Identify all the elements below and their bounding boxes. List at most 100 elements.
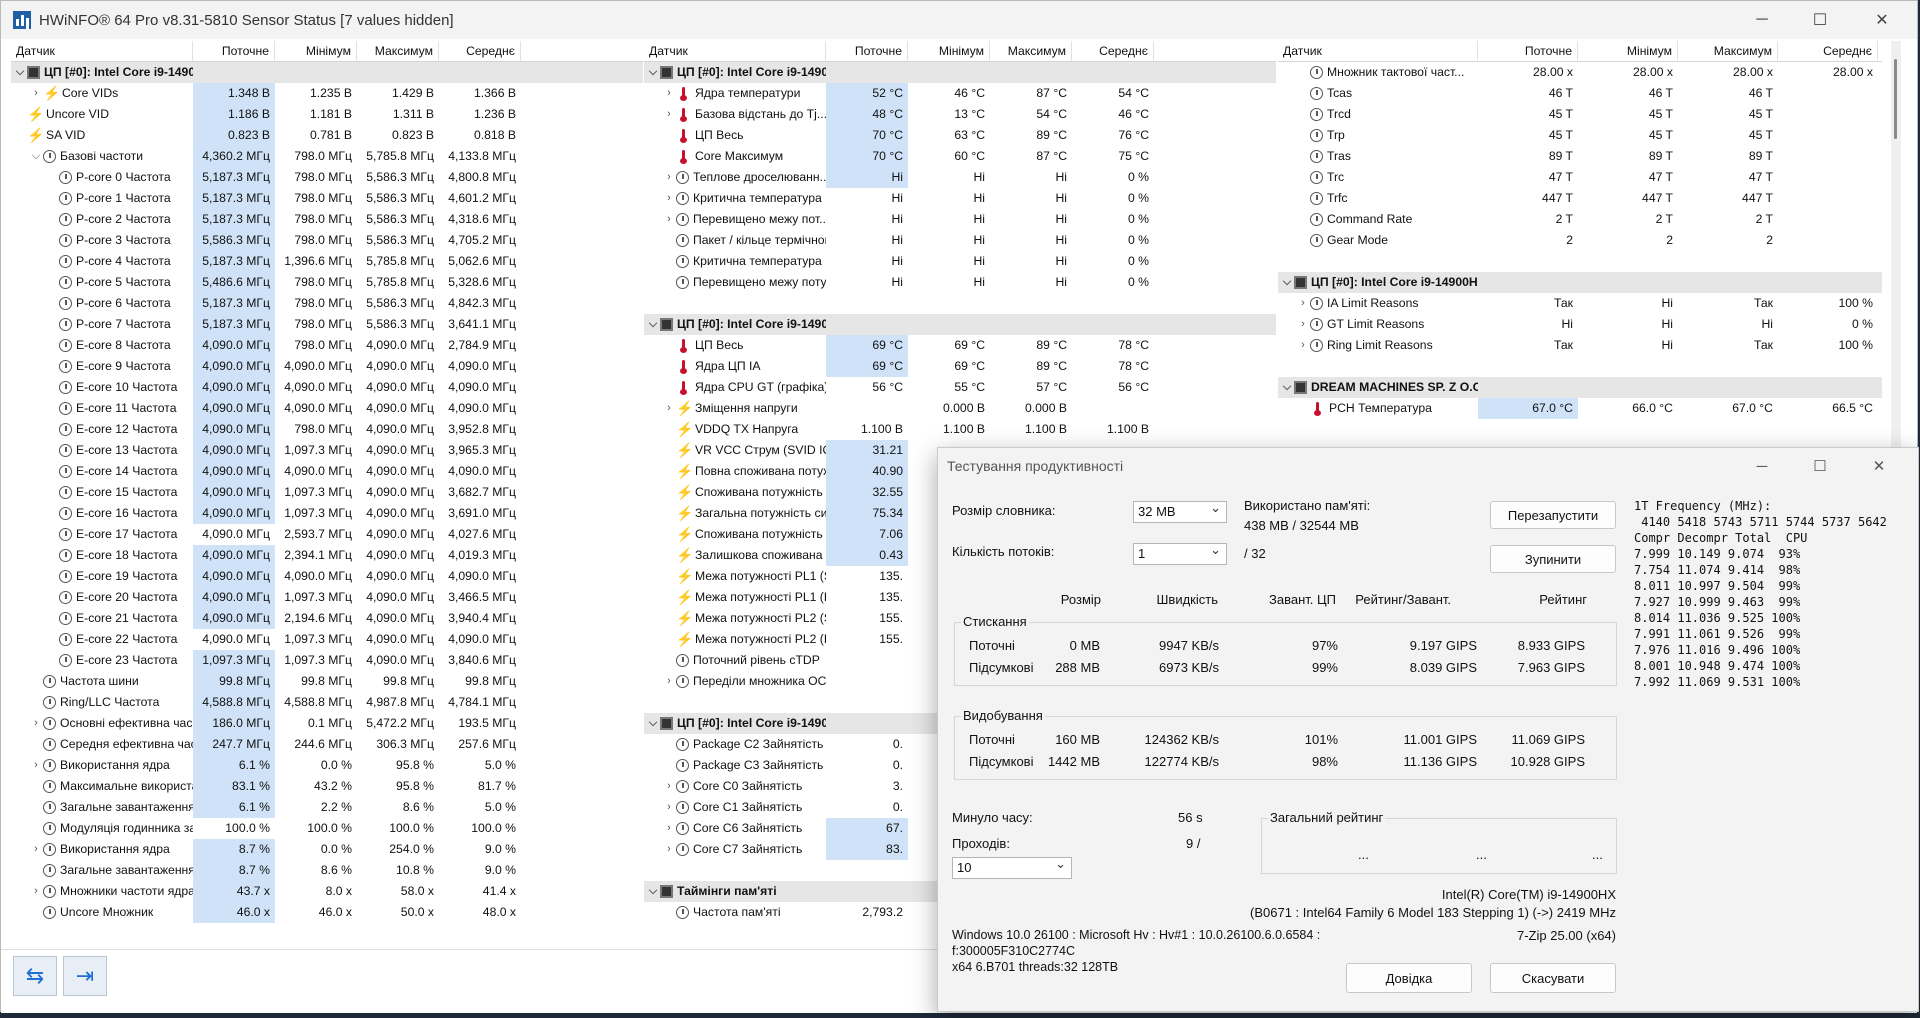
sensor-row[interactable]: Uncore Множник 46.0 x 46.0 x 50.0 x 48.0 x [11,902,643,923]
expand-chevron-icon[interactable]: › [29,881,43,902]
collapse-chevron-icon[interactable]: ⌵ [646,314,660,335]
sensor-row[interactable]: › Критична температура ... Ні Ні Ні 0 % [644,188,1276,209]
sensor-row[interactable]: Trp 45 T 45 T 45 T [1278,125,1882,146]
sensor-row[interactable]: ЦП Весь 69 °C 69 °C 89 °C 78 °C [644,335,1276,356]
sensor-row[interactable]: PCH Температура 67.0 °C 66.0 °C 67.0 °C 66.5… [1278,398,1882,419]
sensor-row[interactable]: Gear Mode 2 2 2 [1278,230,1882,251]
sensor-row[interactable]: Загальне завантаження ЦП6.1 % 2.2 % 8.6 % 5… [11,797,643,818]
dialog-maximize-button[interactable]: ☐ [1791,448,1849,484]
sensor-row[interactable]: E-core 23 Частота 1,097.3 МГц 1,097.3 МГц 4… [11,650,643,671]
collapse-chevron-icon[interactable]: ⌵ [29,146,43,167]
sensor-row[interactable]: Загальне завантаження ЦП8.7 % 8.6 % 10.8 %… [11,860,643,881]
sensor-row[interactable]: › Core VIDs 1.348 В 1.235 В 1.429 В 1.366 В [11,83,643,104]
sensor-row[interactable]: › Перевищено межу пот... Ні Ні Ні 0 % [644,209,1276,230]
sensor-row[interactable]: Максимальне використанн...83.1 % 43.2 % 95… [11,776,643,797]
sensor-row[interactable]: › Використання ядра 8.7 % 0.0 % 254.0 % 9.0 % [11,839,643,860]
sensor-row[interactable]: E-core 21 Частота 4,090.0 МГц 2,194.6 МГц 4… [11,608,643,629]
sensor-row[interactable]: E-core 19 Частота 4,090.0 МГц 4,090.0 МГц 4… [11,566,643,587]
expand-chevron-icon[interactable]: › [662,839,676,860]
expand-chevron-icon[interactable]: › [29,755,43,776]
sensor-row[interactable]: › Зміщення напруги 0.000 В 0.000 В [644,398,1276,419]
sensor-row[interactable]: P-core 2 Частота 5,187.3 МГц 798.0 МГц 5,58… [11,209,643,230]
expand-chevron-icon[interactable]: › [662,398,676,419]
col-max-header[interactable]: Максимум [357,41,439,62]
expand-chevron-icon[interactable]: › [662,104,676,125]
maximize-button[interactable]: ☐ [1791,1,1849,39]
sensor-row[interactable]: › Основні ефективна час... 186.0 МГц 0.1 МГ… [11,713,643,734]
expand-chevron-icon[interactable]: › [1296,314,1310,335]
sensor-row[interactable]: E-core 11 Частота 4,090.0 МГц 4,090.0 МГц 4… [11,398,643,419]
sensor-group-header[interactable]: ⌵ DREAM MACHINES SP. Z O.O. V3xxSNP_SNN_S… [1278,377,1882,398]
sensor-row[interactable]: Trc 47 T 47 T 47 T [1278,167,1882,188]
sensor-row[interactable]: P-core 5 Частота 5,486.6 МГц 798.0 МГц 5,78… [11,272,643,293]
sensor-row[interactable]: E-core 9 Частота 4,090.0 МГц 4,090.0 МГц 4,… [11,356,643,377]
sensor-row[interactable]: P-core 4 Частота 5,187.3 МГц 1,396.6 МГц 5,… [11,251,643,272]
sensor-row[interactable]: P-core 0 Частота 5,187.3 МГц 798.0 МГц 5,58… [11,167,643,188]
col-avg-header[interactable]: Середнє [1778,41,1878,62]
sensor-group-header[interactable]: ⌵ ЦП [#0]: Intel Core i9-14900HX: DTS [644,62,1276,83]
expand-chevron-icon[interactable]: › [662,818,676,839]
sensor-row[interactable]: › Ядра температури 52 °C 46 °C 87 °C 54 °C [644,83,1276,104]
sensor-row[interactable]: › Теплове дроселюванн... Ні Ні Ні 0 % [644,167,1276,188]
sensor-row[interactable]: Tras 89 T 89 T 89 T [1278,146,1882,167]
sensor-row[interactable]: Частота шини 99.8 МГц 99.8 МГц 99.8 МГц 99.8… [11,671,643,692]
collapse-chevron-icon[interactable]: ⌵ [646,713,660,734]
sensor-row[interactable]: Ring/LLC Частота 4,588.8 МГц 4,588.8 МГц 4,… [11,692,643,713]
col-current-header[interactable]: Поточне [193,41,275,62]
cancel-button[interactable]: Скасувати [1490,963,1616,993]
sensor-row[interactable]: Ядра CPU GT (графіка) 56 °C 55 °C 57 °C 56 °… [644,377,1276,398]
expand-chevron-icon[interactable]: › [1296,335,1310,356]
expand-chevron-icon[interactable]: › [29,839,43,860]
sensor-row[interactable]: Tcas 46 T 46 T 46 T [1278,83,1882,104]
sensor-row[interactable]: Множник тактової част... 28.00 x 28.00 x 28… [1278,62,1882,83]
sensor-row[interactable]: E-core 12 Частота 4,090.0 МГц 798.0 МГц 4,0… [11,419,643,440]
expand-chevron-icon[interactable]: › [662,671,676,692]
sensor-row[interactable]: › Множники частоти ядра 43.7 x 8.0 x 58.0 x 4… [11,881,643,902]
expand-chevron-icon[interactable]: › [662,83,676,104]
minimize-button[interactable]: ─ [1733,1,1791,39]
dict-size-select[interactable]: 32 MB [1133,498,1227,523]
sensor-row[interactable]: E-core 15 Частота 4,090.0 МГц 1,097.3 МГц 4… [11,482,643,503]
col-current-header[interactable]: Поточне [1478,41,1578,62]
dialog-close-button[interactable]: ✕ [1850,448,1908,484]
expand-layout-button[interactable]: ⇥ [63,956,107,996]
restart-button[interactable]: Перезапустити [1490,501,1616,529]
sensor-row[interactable]: ⌵ Базові частоти 4,360.2 МГц 798.0 МГц 5,785… [11,146,643,167]
expand-chevron-icon[interactable]: › [1296,293,1310,314]
sensor-row[interactable]: E-core 18 Частота 4,090.0 МГц 2,394.1 МГц 4… [11,545,643,566]
sensor-row[interactable]: Ядра ЦП IA 69 °C 69 °C 89 °C 78 °C [644,356,1276,377]
passes-select[interactable]: 10 [952,854,1072,879]
sensor-row[interactable]: Пакет / кільце термічного ... Ні Ні Ні 0 % [644,230,1276,251]
col-min-header[interactable]: Мінімум [908,41,990,62]
collapse-chevron-icon[interactable]: ⌵ [1280,272,1294,293]
sensor-row[interactable]: › Ring Limit Reasons Так Ні Так 100 % [1278,335,1882,356]
close-button[interactable]: ✕ [1853,1,1911,39]
sensor-group-header[interactable]: ⌵ ЦП [#0]: Intel Core i9-14900HX: Enhance… [644,314,1276,335]
sensor-row[interactable]: › Базова відстань до Tj... 48 °C 13 °C 54 °C… [644,104,1276,125]
sensor-row[interactable]: E-core 22 Частота 4,090.0 МГц 1,097.3 МГц 4… [11,629,643,650]
collapse-chevron-icon[interactable]: ⌵ [646,881,660,902]
help-button[interactable]: Довідка [1346,963,1472,993]
sensor-row[interactable]: P-core 6 Частота 5,187.3 МГц 798.0 МГц 5,58… [11,293,643,314]
collapse-chevron-icon[interactable]: ⌵ [646,62,660,83]
collapse-chevron-icon[interactable]: ⌵ [1280,377,1294,398]
sensor-row[interactable]: SA VID 0.823 В 0.781 В 0.823 В 0.818 В [11,125,643,146]
sensor-row[interactable]: P-core 1 Частота 5,187.3 МГц 798.0 МГц 5,58… [11,188,643,209]
sensor-row[interactable]: VDDQ TX Напруга 1.100 В 1.100 В 1.100 В 1.10… [644,419,1276,440]
sensor-row[interactable]: E-core 16 Частота 4,090.0 МГц 1,097.3 МГц 4… [11,503,643,524]
dialog-minimize-button[interactable]: ─ [1733,448,1791,484]
col-min-header[interactable]: Мінімум [1578,41,1678,62]
expand-chevron-icon[interactable]: › [662,776,676,797]
expand-chevron-icon[interactable]: › [29,713,43,734]
scrollbar-thumb[interactable] [1894,59,1897,139]
sensor-row[interactable]: Середня ефективна частота247.7 МГц 244.6 … [11,734,643,755]
sensor-row[interactable]: › Використання ядра 6.1 % 0.0 % 95.8 % 5.0 % [11,755,643,776]
sensor-row[interactable]: Core Максимум 70 °C 60 °C 87 °C 75 °C [644,146,1276,167]
sensor-row[interactable]: Критична температура кор... Ні Ні Ні 0 % [644,251,1276,272]
sensor-row[interactable]: Модуляція годинника за за... 100.0 % 100.0… [11,818,643,839]
threads-select[interactable]: 1 [1133,540,1227,565]
col-sensor-header[interactable]: Датчик [1278,41,1478,62]
col-avg-header[interactable]: Середнє [1072,41,1154,62]
expand-chevron-icon[interactable]: › [662,797,676,818]
col-max-header[interactable]: Максимум [1678,41,1778,62]
